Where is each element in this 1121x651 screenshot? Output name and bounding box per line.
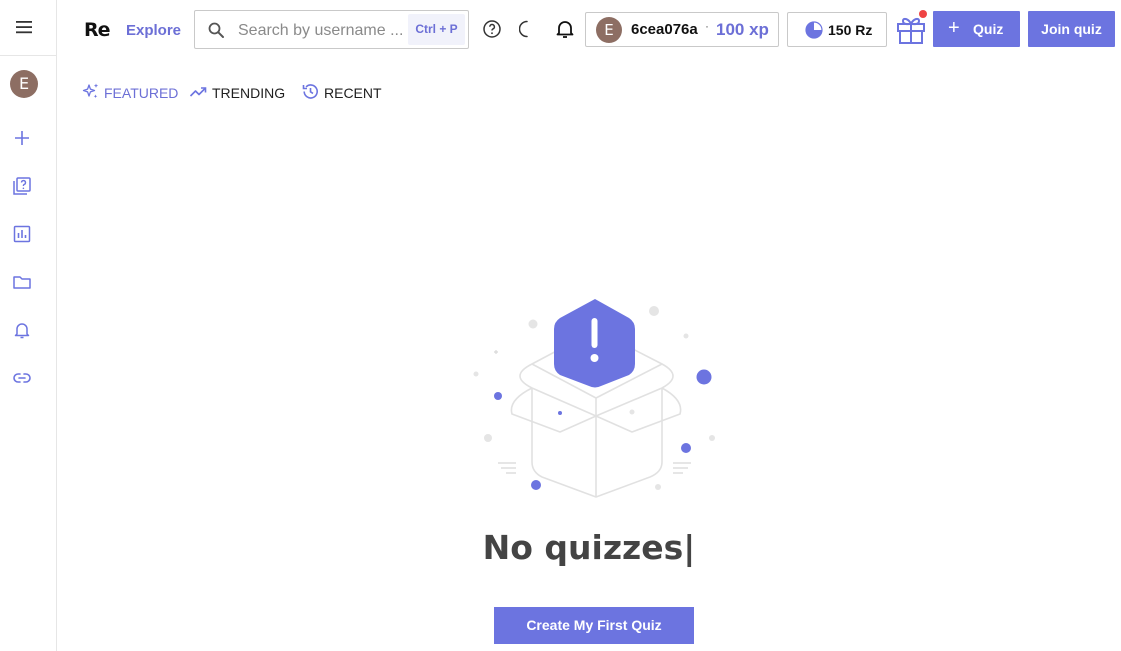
folder-icon[interactable]: [12, 272, 32, 292]
join-quiz-button[interactable]: Join quiz: [1028, 11, 1115, 47]
link-icon[interactable]: [12, 368, 32, 388]
help-icon[interactable]: [482, 19, 502, 39]
search-shortcut-badge: Ctrl + P: [408, 14, 465, 45]
empty-box-illustration: [473, 299, 715, 498]
currency-value: 150 Rz: [828, 22, 873, 38]
notifications-icon[interactable]: [12, 320, 32, 340]
sidebar-divider: [0, 55, 56, 56]
coin-pie-icon: [805, 21, 823, 39]
username: 6cea076a: [631, 21, 698, 38]
trending-up-icon: [189, 87, 207, 97]
notification-badge: [919, 10, 927, 18]
quiz-library-icon[interactable]: [12, 176, 32, 196]
app-logo[interactable]: Re: [84, 19, 111, 41]
separator-dot: ·: [705, 19, 709, 33]
search-icon: [208, 22, 224, 38]
create-quiz-label: Quiz: [973, 21, 1004, 37]
search-input[interactable]: Search by username ... Ctrl + P: [194, 10, 469, 49]
top-bar: Re Explore Search by username ... Ctrl +…: [57, 0, 1121, 60]
sidebar-avatar[interactable]: E: [10, 70, 38, 98]
empty-state-title: No quizzes|: [482, 528, 696, 567]
gift-button[interactable]: [895, 10, 927, 46]
tab-trending-label: TRENDING: [212, 85, 286, 101]
add-icon[interactable]: [12, 128, 32, 148]
create-quiz-button[interactable]: + Quiz: [933, 11, 1020, 47]
tab-featured-label: FEATURED: [104, 85, 179, 101]
explore-link[interactable]: Explore: [126, 22, 181, 39]
currency-chip[interactable]: 150 Rz: [787, 12, 887, 47]
create-first-quiz-button[interactable]: Create My First Quiz: [494, 607, 694, 644]
search-placeholder: Search by username ...: [238, 22, 404, 39]
analytics-icon[interactable]: [12, 224, 32, 244]
user-profile-chip[interactable]: E 6cea076a · 100 xp: [585, 12, 779, 47]
dark-mode-icon[interactable]: [519, 19, 539, 39]
plus-icon: +: [948, 17, 960, 39]
menu-icon[interactable]: [14, 17, 34, 37]
sparkles-icon: [82, 83, 99, 99]
history-icon: [302, 84, 318, 99]
user-avatar: E: [596, 17, 622, 43]
tab-recent-label: RECENT: [324, 85, 382, 101]
bell-icon[interactable]: [554, 18, 576, 40]
xp-value: 100 xp: [716, 20, 769, 39]
